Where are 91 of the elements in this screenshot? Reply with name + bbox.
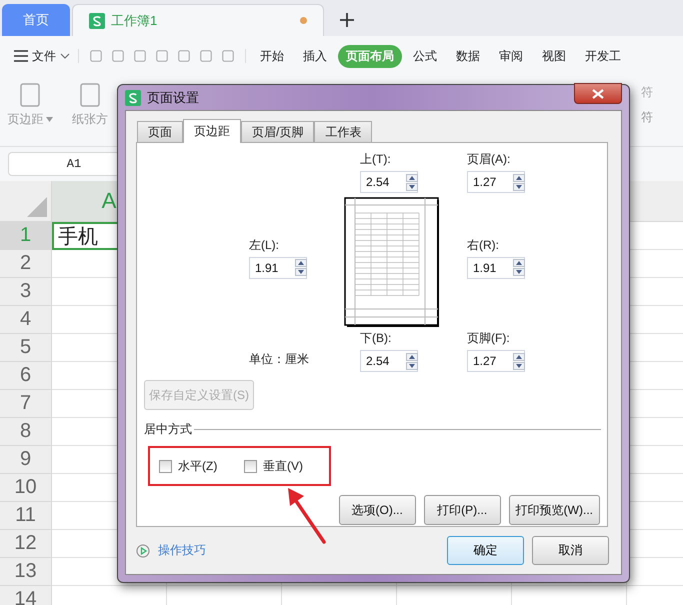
menu-tab[interactable]: 视图 — [534, 44, 574, 68]
unit-label: 单位：厘米 — [249, 351, 310, 368]
number-field[interactable]: 2.54 — [361, 172, 404, 192]
spin-up-button[interactable] — [295, 259, 307, 267]
number-spinner[interactable]: 1.27 — [467, 171, 525, 193]
up-triangle-icon — [516, 354, 522, 358]
number-field[interactable]: 1.91 — [468, 258, 511, 278]
dialog-tab[interactable]: 页边距 — [183, 119, 241, 143]
spreadsheet-icon — [125, 90, 141, 106]
row-header[interactable]: 14 — [0, 586, 52, 605]
file-menu[interactable]: 文件 — [10, 44, 74, 68]
row-header[interactable]: 9 — [0, 446, 52, 474]
up-triangle-icon — [516, 176, 522, 180]
dialog-button[interactable]: 打印(P)... — [424, 495, 501, 525]
row-header[interactable]: 10 — [0, 474, 52, 502]
menu-tab[interactable]: 数据 — [448, 44, 488, 68]
field-label: 下(B): — [360, 330, 392, 347]
up-triangle-icon — [409, 354, 415, 358]
close-button[interactable] — [574, 83, 622, 104]
number-field[interactable]: 1.27 — [468, 351, 511, 371]
spin-up-button[interactable] — [513, 259, 525, 267]
field-label: 左(L): — [249, 236, 280, 254]
chevron-icon — [60, 53, 70, 59]
down-triangle-icon — [409, 364, 415, 368]
checkbox[interactable] — [159, 460, 172, 472]
menu-tab[interactable]: 开始 — [252, 44, 292, 68]
ok-button[interactable]: 确定 — [447, 536, 524, 565]
number-field[interactable]: 1.91 — [250, 258, 293, 278]
cancel-button[interactable]: 取消 — [532, 536, 609, 565]
row-header[interactable]: 11 — [0, 502, 52, 530]
row-header[interactable]: 4 — [0, 306, 52, 334]
number-spinner[interactable]: 2.54 — [360, 171, 418, 193]
play-icon[interactable] — [136, 544, 150, 558]
number-spinner[interactable]: 2.54 — [360, 350, 418, 372]
number-field[interactable]: 2.54 — [361, 351, 404, 371]
up-triangle-icon — [516, 261, 522, 265]
close-icon — [592, 88, 604, 98]
spin-up-button[interactable] — [513, 174, 525, 182]
checkbox-label[interactable]: 垂直(V) — [263, 458, 303, 474]
spin-up-button[interactable] — [406, 174, 418, 182]
dialog-tab[interactable]: 页面 — [137, 121, 183, 142]
spin-down-button[interactable] — [406, 182, 418, 190]
dialog-button[interactable]: 选项(O)... — [338, 495, 416, 525]
menu-tab[interactable]: 审阅 — [491, 44, 531, 68]
dialog-title: 页面设置 — [147, 88, 199, 106]
menu-tab[interactable]: 公式 — [405, 44, 445, 68]
caret-icon — [46, 117, 52, 122]
tab-label: 工作簿1 — [111, 12, 158, 30]
checkbox[interactable] — [244, 460, 257, 472]
down-triangle-icon — [409, 184, 415, 188]
group-title: 居中方式 — [144, 421, 192, 438]
field-label: 右(R): — [467, 236, 500, 254]
checkbox-label[interactable]: 水平(Z) — [178, 458, 218, 474]
spin-down-button[interactable] — [513, 362, 525, 370]
down-triangle-icon — [516, 364, 522, 368]
down-triangle-icon — [298, 270, 304, 274]
up-triangle-icon — [298, 261, 304, 265]
menu-tab[interactable]: 开发工 — [577, 44, 629, 68]
down-triangle-icon — [516, 184, 522, 188]
row-header[interactable]: 2 — [0, 250, 52, 278]
number-spinner[interactable]: 1.91 — [467, 256, 525, 278]
dialog-tab[interactable]: 工作表 — [314, 121, 372, 142]
spin-down-button[interactable] — [295, 268, 307, 276]
tips-link[interactable]: 操作技巧 — [158, 542, 206, 559]
spin-up-button[interactable] — [406, 352, 418, 360]
spin-up-button[interactable] — [513, 352, 525, 360]
spin-down-button[interactable] — [513, 268, 525, 276]
tab-label: 首页 — [23, 11, 49, 29]
row-header[interactable]: 3 — [0, 278, 52, 306]
down-triangle-icon — [516, 270, 522, 274]
menu-icon — [14, 50, 28, 62]
dialog-button[interactable]: 打印预览(W)... — [508, 495, 600, 525]
row-header[interactable]: 7 — [0, 390, 52, 418]
field-label: 页眉(A): — [467, 151, 512, 168]
row-header[interactable]: 5 — [0, 334, 52, 362]
spin-down-button[interactable] — [406, 362, 418, 370]
new-tab-icon[interactable] — [340, 13, 354, 27]
spin-down-button[interactable] — [513, 182, 525, 190]
row-header[interactable]: 8 — [0, 418, 52, 446]
menu-tab[interactable]: 插入 — [295, 44, 335, 68]
number-spinner[interactable]: 1.27 — [467, 350, 525, 372]
row-header[interactable]: 12 — [0, 530, 52, 558]
field-label: 上(T): — [360, 151, 392, 168]
up-triangle-icon — [409, 176, 415, 180]
row-header[interactable]: 6 — [0, 362, 52, 390]
field-label: 页脚(F): — [467, 330, 511, 347]
spreadsheet-icon — [89, 12, 105, 28]
number-field[interactable]: 1.27 — [468, 172, 511, 192]
row-header[interactable]: 13 — [0, 558, 52, 586]
number-spinner[interactable]: 1.91 — [249, 256, 307, 278]
dialog-tab[interactable]: 页眉/页脚 — [241, 121, 314, 142]
